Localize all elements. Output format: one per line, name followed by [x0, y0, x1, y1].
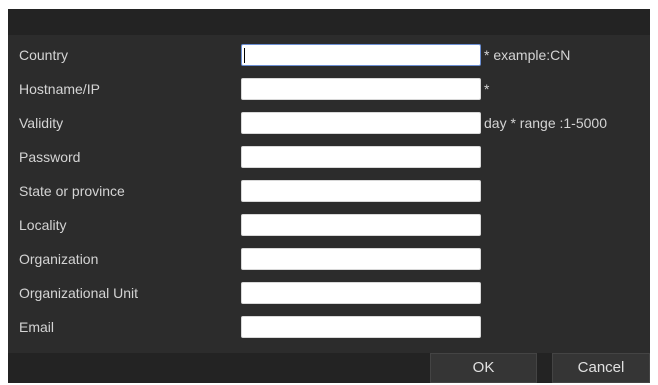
organization-label: Organization [19, 251, 99, 267]
organizational-unit-input[interactable] [241, 282, 481, 304]
row-locality: Locality [8, 214, 650, 236]
dialog-title-bar [8, 9, 650, 35]
validity-hint: day * range :1-5000 [484, 115, 607, 131]
dialog-footer: OK Cancel [8, 353, 650, 383]
hostname-label: Hostname/IP [19, 81, 100, 97]
validity-label: Validity [19, 115, 64, 131]
cancel-button[interactable]: Cancel [552, 353, 650, 383]
row-organizational-unit: Organizational Unit [8, 282, 650, 304]
locality-label: Locality [19, 217, 67, 233]
row-email: Email [8, 316, 650, 338]
hostname-hint: * [484, 81, 490, 97]
email-input[interactable] [241, 316, 481, 338]
hostname-input[interactable] [241, 78, 481, 100]
row-state: State or province [8, 180, 650, 202]
state-input[interactable] [241, 180, 481, 202]
row-validity: Validity day * range :1-5000 [8, 112, 650, 134]
password-input[interactable] [241, 146, 481, 168]
organizational-unit-label: Organizational Unit [19, 285, 139, 301]
certificate-dialog: Country * example:CN Hostname/IP * Valid… [8, 9, 650, 383]
row-password: Password [8, 146, 650, 168]
password-label: Password [19, 149, 81, 165]
email-label: Email [19, 319, 55, 335]
row-organization: Organization [8, 248, 650, 270]
organization-input[interactable] [241, 248, 481, 270]
country-hint: * example:CN [484, 47, 571, 63]
ok-button[interactable]: OK [430, 353, 537, 383]
country-input[interactable] [241, 44, 481, 66]
row-hostname: Hostname/IP * [8, 78, 650, 100]
country-label: Country [19, 47, 69, 63]
state-label: State or province [19, 183, 125, 199]
row-country: Country * example:CN [8, 44, 650, 66]
locality-input[interactable] [241, 214, 481, 236]
text-cursor [244, 48, 245, 63]
validity-input[interactable] [241, 112, 481, 134]
